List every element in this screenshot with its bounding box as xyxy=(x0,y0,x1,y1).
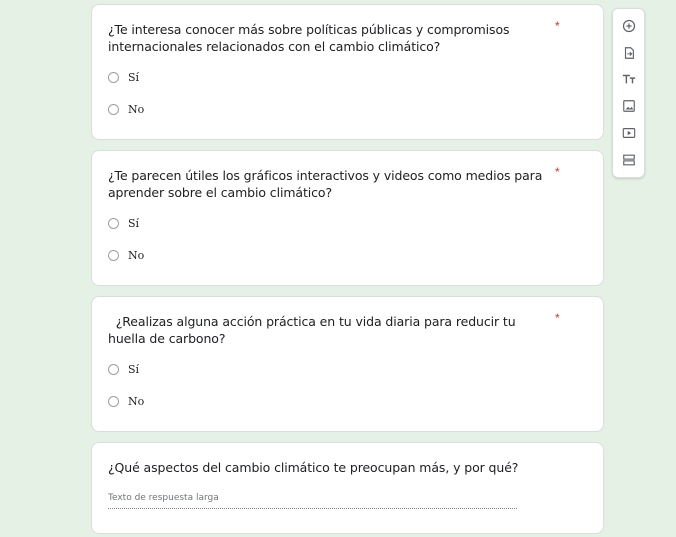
add-question-icon[interactable] xyxy=(621,18,637,34)
question-card: ¿Te interesa conocer más sobre políticas… xyxy=(91,4,604,140)
add-image-icon[interactable] xyxy=(621,98,637,114)
add-section-icon[interactable] xyxy=(621,152,637,168)
radio-button[interactable] xyxy=(108,217,119,229)
required-marker: * xyxy=(555,311,560,325)
add-title-icon[interactable] xyxy=(621,71,637,87)
option-label: Sí xyxy=(128,362,140,376)
question-title: ¿Realizas alguna acción práctica en tu v… xyxy=(108,314,520,346)
radio-button[interactable] xyxy=(108,395,119,407)
option-si[interactable]: Sí xyxy=(108,70,139,84)
required-marker: * xyxy=(555,19,560,33)
option-label: No xyxy=(128,248,145,262)
radio-button[interactable] xyxy=(108,103,119,115)
option-si[interactable]: Sí xyxy=(108,216,139,230)
option-no[interactable]: No xyxy=(108,248,144,262)
add-video-icon[interactable] xyxy=(621,125,637,141)
option-si[interactable]: Sí xyxy=(108,362,139,376)
question-title: ¿Te interesa conocer más sobre políticas… xyxy=(108,22,510,54)
option-label: No xyxy=(128,102,145,116)
radio-button[interactable] xyxy=(108,363,119,375)
question-card: ¿Te parecen útiles los gráficos interact… xyxy=(91,150,604,286)
import-questions-icon[interactable] xyxy=(621,45,637,61)
option-no[interactable]: No xyxy=(108,102,144,116)
option-label: Sí xyxy=(128,70,140,84)
question-title: ¿Te parecen útiles los gráficos interact… xyxy=(108,168,543,200)
option-label: Sí xyxy=(128,216,140,230)
option-label: No xyxy=(128,394,145,408)
question-card: ¿Qué aspectos del cambio climático te pr… xyxy=(91,442,604,534)
question-card: ¿Realizas alguna acción práctica en tu v… xyxy=(91,296,604,432)
option-no[interactable]: No xyxy=(108,394,144,408)
radio-button[interactable] xyxy=(108,249,119,261)
question-title: ¿Qué aspectos del cambio climático te pr… xyxy=(108,460,519,475)
long-answer-field[interactable]: Texto de respuesta larga xyxy=(108,492,517,509)
floating-toolbar xyxy=(612,8,645,178)
radio-button[interactable] xyxy=(108,71,119,83)
required-marker: * xyxy=(555,165,560,179)
